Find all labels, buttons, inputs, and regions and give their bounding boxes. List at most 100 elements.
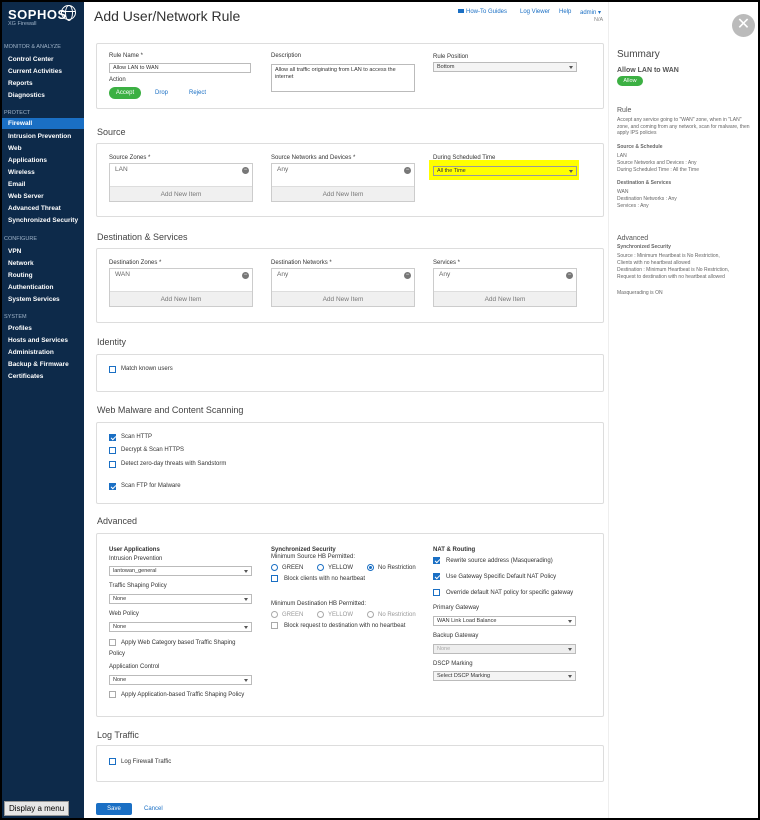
reject-button[interactable]: Reject <box>189 90 206 96</box>
zone-value: LAN <box>115 166 128 173</box>
override-nat-label: Override default NAT policy for specific… <box>446 590 574 596</box>
add-new-item-button[interactable]: Add New Item <box>434 291 576 306</box>
source-networks-list[interactable]: Any − Add New Item <box>271 163 415 202</box>
page-title: Add User/Network Rule <box>94 8 241 24</box>
sidebar-item-certificates[interactable]: Certificates <box>8 373 43 380</box>
sidebar-item-email[interactable]: Email <box>8 181 25 188</box>
dscp-select[interactable]: Select DSCP Marking <box>433 671 576 681</box>
sidebar-item-firewall[interactable]: Firewall <box>2 118 84 129</box>
schedule-select[interactable]: All the Time <box>433 166 577 176</box>
use-gateway-nat-checkbox[interactable] <box>433 573 440 580</box>
rule-position-select[interactable]: Bottom <box>433 62 577 72</box>
log-viewer-link[interactable]: Log Viewer <box>520 9 550 15</box>
remove-icon[interactable]: − <box>404 167 411 174</box>
services-list[interactable]: Any − Add New Item <box>433 268 577 307</box>
cancel-button[interactable]: Cancel <box>144 806 163 812</box>
sandstorm-checkbox[interactable] <box>109 461 116 468</box>
sidebar-item-routing[interactable]: Routing <box>8 272 33 279</box>
sidebar-item-wireless[interactable]: Wireless <box>8 169 35 176</box>
sidebar-item-vpn[interactable]: VPN <box>8 248 21 255</box>
match-known-users-checkbox[interactable] <box>109 366 116 373</box>
add-new-item-button[interactable]: Add New Item <box>110 291 252 306</box>
scan-ftp-checkbox[interactable] <box>109 483 116 490</box>
action-label: Action <box>109 77 126 83</box>
log-firewall-checkbox[interactable] <box>109 758 116 765</box>
sidebar-item-current-activities[interactable]: Current Activities <box>8 68 62 75</box>
add-new-item-button[interactable]: Add New Item <box>272 186 414 201</box>
decrypt-https-checkbox[interactable] <box>109 447 116 454</box>
sidebar-item-synchronized-security[interactable]: Synchronized Security <box>8 217 78 224</box>
sidebar-item-backup-firmware[interactable]: Backup & Firmware <box>8 361 69 368</box>
block-clients-checkbox[interactable] <box>271 575 278 582</box>
source-green-radio[interactable] <box>271 564 278 571</box>
sidebar-item-reports[interactable]: Reports <box>8 80 33 87</box>
zone-value: WAN <box>115 271 130 278</box>
sidebar-item-intrusion-prevention[interactable]: Intrusion Prevention <box>8 133 71 140</box>
sidebar-item-hosts-and-services[interactable]: Hosts and Services <box>8 337 68 344</box>
close-icon[interactable]: ✕ <box>732 14 755 37</box>
override-nat-checkbox[interactable] <box>433 589 440 596</box>
dest-yellow-radio[interactable] <box>317 611 324 618</box>
app-window: SOPHOS XG Firewall MONITOR & ANALYZE Con… <box>2 2 758 818</box>
source-zones-list[interactable]: LAN − Add New Item <box>109 163 253 202</box>
accept-button[interactable]: Accept <box>109 87 141 99</box>
summary-panel: Summary Allow LAN to WAN Allow Rule Acce… <box>608 2 758 818</box>
destination-card: Destination Zones * WAN − Add New Item D… <box>96 248 604 323</box>
sidebar-item-authentication[interactable]: Authentication <box>8 284 54 291</box>
backup-gateway-label: Backup Gateway <box>433 633 479 639</box>
sidebar-item-system-services[interactable]: System Services <box>8 296 60 303</box>
traffic-shaping-select[interactable]: None <box>109 594 252 604</box>
summary-ss-line: During Scheduled Time : All the Time <box>617 167 699 173</box>
remove-icon[interactable]: − <box>242 167 249 174</box>
remove-icon[interactable]: − <box>404 272 411 279</box>
block-request-checkbox[interactable] <box>271 622 278 629</box>
apply-web-shaping-checkbox[interactable] <box>109 639 116 646</box>
web-policy-label: Web Policy <box>109 611 139 617</box>
dest-green-label: GREEN <box>282 612 304 618</box>
dest-green-radio[interactable] <box>271 611 278 618</box>
rule-name-input[interactable]: Allow LAN to WAN <box>109 63 251 73</box>
remove-icon[interactable]: − <box>242 272 249 279</box>
sidebar-item-web-server[interactable]: Web Server <box>8 193 44 200</box>
add-new-item-button[interactable]: Add New Item <box>272 291 414 306</box>
ips-select[interactable]: lantowan_general <box>109 566 252 576</box>
rule-card: Rule Name * Allow LAN to WAN Action Acce… <box>96 43 604 109</box>
web-policy-select[interactable]: None <box>109 622 252 632</box>
chevron-down-icon: ▾ <box>598 10 602 16</box>
match-known-users-label: Match known users <box>121 366 173 372</box>
rule-position-label: Rule Position <box>433 54 469 60</box>
sidebar-item-control-center[interactable]: Control Center <box>8 56 54 63</box>
nav-section-title: MONITOR & ANALYZE <box>4 44 61 50</box>
source-yellow-radio[interactable] <box>317 564 324 571</box>
dest-zones-list[interactable]: WAN − Add New Item <box>109 268 253 307</box>
sidebar-item-administration[interactable]: Administration <box>8 349 54 356</box>
admin-menu[interactable]: admin ▾ <box>580 9 601 16</box>
sidebar-item-web[interactable]: Web <box>8 145 22 152</box>
apply-app-shaping-checkbox[interactable] <box>109 691 116 698</box>
help-link[interactable]: Help <box>559 9 571 15</box>
sidebar-item-advanced-threat[interactable]: Advanced Threat <box>8 205 61 212</box>
display-menu-button[interactable]: Display a menu <box>4 801 70 816</box>
sidebar-item-applications[interactable]: Applications <box>8 157 47 164</box>
description-textarea[interactable]: Allow all traffic originating from LAN t… <box>271 64 415 92</box>
backup-gateway-select[interactable]: None <box>433 644 576 654</box>
dest-no-restriction-radio[interactable] <box>367 611 374 618</box>
destination-section-title: Destination & Services <box>97 232 188 242</box>
drop-button[interactable]: Drop <box>155 90 168 96</box>
dest-networks-list[interactable]: Any − Add New Item <box>271 268 415 307</box>
rewrite-source-checkbox[interactable] <box>433 557 440 564</box>
primary-gateway-select[interactable]: WAN Link Load Balance <box>433 616 576 626</box>
sidebar-item-profiles[interactable]: Profiles <box>8 325 32 332</box>
how-to-guides-link[interactable]: How-To Guides <box>458 9 507 15</box>
app-control-select[interactable]: None <box>109 675 252 685</box>
save-button[interactable]: Save <box>96 803 132 815</box>
remove-icon[interactable]: − <box>566 272 573 279</box>
scan-http-checkbox[interactable] <box>109 434 116 441</box>
sidebar-item-diagnostics[interactable]: Diagnostics <box>8 92 45 99</box>
sidebar-item-network[interactable]: Network <box>8 260 34 267</box>
source-no-restriction-radio[interactable] <box>367 564 374 571</box>
dscp-label: DSCP Marking <box>433 661 473 667</box>
sandstorm-label: Detect zero-day threats with Sandstorm <box>121 461 227 467</box>
summary-sync-line: Request to destination with no heartbeat… <box>617 274 725 280</box>
add-new-item-button[interactable]: Add New Item <box>110 186 252 201</box>
